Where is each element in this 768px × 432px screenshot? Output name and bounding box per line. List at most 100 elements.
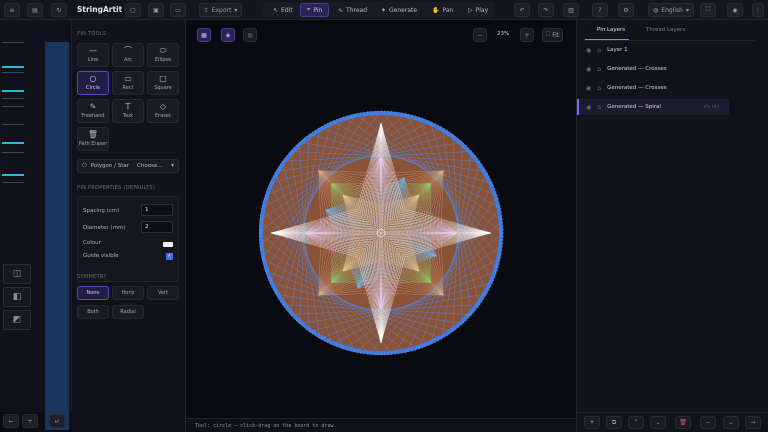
- tool-ellipse[interactable]: ⬭ Ellipse: [147, 43, 179, 67]
- text-icon: T: [125, 102, 131, 111]
- layer-item[interactable]: ◉ ⌂ Generated — Crosses: [577, 61, 729, 77]
- hand-icon: ✋: [432, 6, 440, 14]
- eye-icon[interactable]: ◉: [586, 66, 591, 73]
- layers-toolbar: + ⧉ ⌃ ⌄ 🗑 − ⌄ →: [577, 412, 768, 432]
- strip-line: [2, 174, 24, 176]
- status-bar: Tool: circle — click-drag on the board t…: [186, 418, 576, 432]
- tool-square[interactable]: □ Square: [147, 71, 179, 95]
- move-down-icon[interactable]: ⌄: [650, 416, 666, 429]
- strip-line: [2, 42, 24, 43]
- active-tab-indicator: [585, 39, 629, 40]
- save-icon[interactable]: ▣: [148, 3, 164, 17]
- layer-item-selected[interactable]: ◉ ⌂ Generated — Spiral Vis Hid: [577, 99, 729, 115]
- fullscreen-icon[interactable]: ⛶: [700, 3, 716, 17]
- more-icon[interactable]: ⋮: [752, 3, 764, 17]
- lock-icon[interactable]: ⌂: [597, 104, 601, 111]
- export-button[interactable]: ⇪ Export ▾: [199, 3, 242, 17]
- mode-edit[interactable]: ↖ Edit: [267, 3, 299, 17]
- board-canvas[interactable]: ▦ ◈ ◎ − 23% + ⛶ Fit: [186, 20, 576, 418]
- collapse-icon[interactable]: −: [700, 416, 716, 429]
- language-select[interactable]: ◍ English ▾: [648, 3, 694, 17]
- layer-item[interactable]: ◉ ⌂ Generated — Crosses: [577, 80, 729, 96]
- mode-generate[interactable]: ✦ Generate: [375, 3, 423, 17]
- polygon-star-select[interactable]: ⬠ Polygon / Star Choose... ▾: [77, 159, 179, 173]
- undo-icon[interactable]: ↶: [514, 3, 530, 17]
- add-layer-icon[interactable]: +: [584, 416, 600, 429]
- redo-icon[interactable]: ↷: [538, 3, 554, 17]
- tool-arc[interactable]: ⌒ Arc: [112, 43, 144, 67]
- layer-item[interactable]: ◉ ⌂ Layer 1: [577, 42, 729, 58]
- ellipse-icon: ⬭: [159, 46, 167, 55]
- symmetry-radial[interactable]: Radial: [112, 305, 144, 319]
- settings-icon[interactable]: ⚙: [618, 3, 634, 17]
- diameter-input[interactable]: 2: [141, 221, 173, 233]
- strip-line: [2, 98, 24, 99]
- colour-swatch[interactable]: [163, 242, 173, 247]
- lock-icon[interactable]: ⌂: [597, 85, 601, 92]
- tab-pin-layers[interactable]: Pin Layers: [597, 27, 625, 33]
- add-icon[interactable]: +: [22, 414, 38, 428]
- pin-tools-title: PIN TOOLS: [77, 31, 107, 37]
- diameter-label: Diameter (mm): [83, 225, 126, 231]
- return-icon[interactable]: ↵: [49, 414, 65, 428]
- layer-thumb-icon[interactable]: ◫: [3, 264, 31, 284]
- menu-icon[interactable]: ≡: [4, 3, 20, 17]
- eye-icon[interactable]: ◉: [586, 47, 591, 54]
- eye-icon[interactable]: ◉: [586, 104, 591, 111]
- duplicate-icon[interactable]: ⧉: [606, 416, 622, 429]
- polygon-icon: ⬠: [82, 163, 87, 169]
- scroll-track[interactable]: [45, 42, 69, 430]
- folder-icon[interactable]: ▤: [27, 3, 43, 17]
- circle-icon: ○: [89, 74, 97, 83]
- guide-visible-checkbox[interactable]: ✓: [166, 253, 173, 260]
- lock-icon[interactable]: ⌂: [597, 47, 601, 54]
- strip-line: [2, 106, 24, 107]
- mode-thread[interactable]: ∿ Thread: [332, 3, 373, 17]
- open-icon[interactable]: ▭: [170, 3, 186, 17]
- tool-circle[interactable]: ○ Circle: [77, 71, 109, 95]
- refresh-icon[interactable]: ↻: [51, 3, 67, 17]
- tool-path-eraser[interactable]: 🗑 Path Eraser: [77, 127, 109, 151]
- tool-rect[interactable]: ▭ Rect: [112, 71, 144, 95]
- new-file-icon[interactable]: ▢: [125, 3, 141, 17]
- eraser-icon: ◇: [159, 102, 167, 111]
- rect-icon: ▭: [124, 74, 132, 83]
- pin-icon: ⌖: [307, 6, 311, 13]
- layer-thumb-icon[interactable]: ◩: [3, 310, 31, 330]
- colour-label: Colour: [83, 240, 101, 246]
- tool-eraser[interactable]: ◇ Eraser: [147, 99, 179, 123]
- layer-meta: Vis Hid: [703, 104, 720, 110]
- help-icon[interactable]: ?: [592, 3, 608, 17]
- stats-icon[interactable]: ▥: [563, 3, 579, 17]
- strip-line: [2, 152, 24, 153]
- delete-layer-icon[interactable]: 🗑: [675, 416, 691, 429]
- globe-icon: ◍: [653, 6, 659, 14]
- eye-icon[interactable]: ◉: [586, 85, 591, 92]
- symmetry-both[interactable]: Both: [77, 305, 109, 319]
- symmetry-title: SYMMETRY: [77, 274, 107, 280]
- symmetry-horiz[interactable]: Horiz: [112, 286, 144, 300]
- string-art-board[interactable]: [186, 20, 576, 418]
- symmetry-vert[interactable]: Vert: [147, 286, 179, 300]
- chevron-down-icon: ▾: [685, 6, 689, 14]
- app-brand: StringArtit: [77, 5, 123, 14]
- pin-properties-box: Spacing (cm) 1 Diameter (mm) 2 Colour Gu…: [77, 196, 179, 282]
- arrow-left-icon[interactable]: ←: [3, 414, 19, 428]
- mode-pin[interactable]: ⌖ Pin: [300, 3, 330, 17]
- mode-pan[interactable]: ✋ Pan: [426, 3, 459, 17]
- tab-thread-layers[interactable]: Thread Layers: [646, 27, 685, 33]
- arc-icon: ⌒: [124, 46, 132, 55]
- spacing-input[interactable]: 1: [141, 204, 173, 216]
- layer-thumb-icon[interactable]: ◧: [3, 287, 31, 307]
- expand-icon[interactable]: →: [745, 416, 761, 429]
- tool-text[interactable]: T Text: [112, 99, 144, 123]
- chevron-down-icon[interactable]: ⌄: [723, 416, 739, 429]
- strip-line: [2, 124, 24, 125]
- tool-line[interactable]: — Line: [77, 43, 109, 67]
- move-up-icon[interactable]: ⌃: [628, 416, 644, 429]
- account-icon[interactable]: ◉: [727, 3, 743, 17]
- symmetry-none[interactable]: None: [77, 286, 109, 300]
- mode-play[interactable]: ▷ Play: [462, 3, 494, 17]
- tool-freehand[interactable]: ✎ Freehand: [77, 99, 109, 123]
- lock-icon[interactable]: ⌂: [597, 66, 601, 73]
